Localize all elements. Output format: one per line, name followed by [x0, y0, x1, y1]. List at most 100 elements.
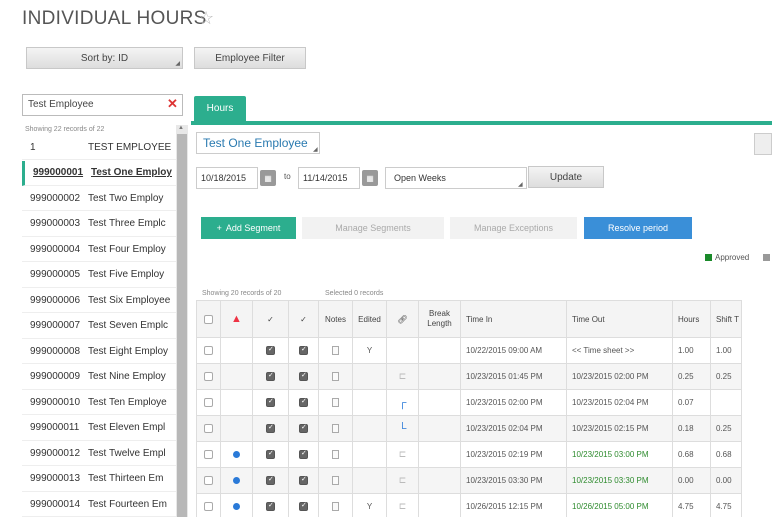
approve-checkbox[interactable]	[266, 475, 275, 486]
row-select-cell[interactable]	[196, 467, 221, 494]
employee-list-item[interactable]: 999000011 Test Eleven Empl	[22, 416, 176, 441]
time-in-header[interactable]: Time In	[460, 300, 567, 338]
notes-cell[interactable]	[318, 441, 353, 468]
approve2-checkbox[interactable]	[299, 423, 308, 434]
calendar-icon[interactable]: ▦	[362, 170, 378, 186]
link-header[interactable]: 🔗︎	[386, 300, 419, 338]
row-checkbox[interactable]	[204, 450, 213, 460]
employee-list-item[interactable]: 999000003 Test Three Emplc	[22, 212, 176, 237]
employee-list-item[interactable]: 999000010 Test Ten Employe	[22, 390, 176, 415]
row-select-cell[interactable]	[196, 441, 221, 468]
select-all-checkbox[interactable]	[204, 314, 213, 324]
favorite-star-icon[interactable]: ☆	[198, 8, 214, 29]
scroll-up-icon[interactable]: ▲	[178, 125, 184, 131]
row-select-cell[interactable]	[196, 337, 221, 364]
approve2-cell[interactable]	[288, 363, 319, 390]
approve-checkbox[interactable]	[266, 371, 275, 382]
table-row[interactable]: ⊏10/23/2015 01:45 PM10/23/2015 02:00 PM0…	[196, 363, 742, 390]
start-date-input[interactable]: 10/18/2015	[196, 167, 258, 189]
row-select-cell[interactable]	[196, 493, 221, 517]
employee-list-item[interactable]: 999000014 Test Fourteen Em	[22, 492, 176, 517]
approve2-checkbox[interactable]	[299, 501, 308, 512]
approve-checkbox[interactable]	[266, 397, 275, 408]
approve-cell[interactable]	[252, 493, 289, 517]
note-icon[interactable]	[332, 346, 339, 356]
employee-filter-button[interactable]: Employee Filter	[194, 47, 306, 69]
employee-list-item[interactable]: 999000006 Test Six Employee	[22, 288, 176, 313]
shift-header[interactable]: Shift T	[710, 300, 742, 338]
notes-header[interactable]: Notes	[318, 300, 353, 338]
approve2-cell[interactable]	[288, 441, 319, 468]
row-checkbox[interactable]	[204, 372, 213, 382]
table-row[interactable]: Y ⊏ 10/26/2015 12:15 PM10/26/2015 05:00 PM…	[196, 493, 742, 517]
approve-cell[interactable]	[252, 415, 289, 442]
notes-cell[interactable]	[318, 337, 353, 364]
approve-checkbox[interactable]	[266, 345, 275, 356]
tab-hours[interactable]: Hours	[194, 96, 246, 121]
table-row[interactable]: ⊏10/23/2015 02:19 PM10/23/2015 03:00 PM0…	[196, 441, 742, 468]
approve2-cell[interactable]	[288, 415, 319, 442]
side-action-button[interactable]	[754, 133, 772, 155]
row-select-cell[interactable]	[196, 415, 221, 442]
approve2-cell[interactable]	[288, 337, 319, 364]
employee-list-item[interactable]: 999000008 Test Eight Employ	[22, 339, 176, 364]
hours-header[interactable]: Hours	[672, 300, 711, 338]
row-checkbox[interactable]	[204, 476, 213, 486]
select-all-header[interactable]	[196, 300, 221, 338]
employee-search-input[interactable]: Test Employee	[22, 94, 183, 116]
notes-cell[interactable]	[318, 363, 353, 390]
employee-list-item[interactable]: 999000005 Test Five Employ	[22, 263, 176, 288]
row-checkbox[interactable]	[204, 398, 213, 408]
row-select-cell[interactable]	[196, 363, 221, 390]
note-icon[interactable]	[332, 502, 339, 512]
table-row[interactable]: Y10/22/2015 09:00 AM<< Time sheet >>1.00…	[196, 337, 742, 364]
table-row[interactable]: ⊏10/23/2015 03:30 PM10/23/2015 03:30 PM0…	[196, 467, 742, 494]
end-date-input[interactable]: 11/14/2015	[298, 167, 360, 189]
calendar-icon[interactable]: ▦	[260, 170, 276, 186]
manage-exceptions-button[interactable]: Manage Exceptions	[450, 217, 577, 239]
approve2-cell[interactable]	[288, 389, 319, 416]
row-checkbox[interactable]	[204, 424, 213, 434]
add-segment-button[interactable]: + Add Segment	[201, 217, 296, 239]
note-icon[interactable]	[332, 476, 339, 486]
period-select[interactable]: Open Weeks	[385, 167, 527, 189]
approve-cell[interactable]	[252, 467, 289, 494]
approve-header[interactable]: ✓	[252, 300, 289, 338]
note-icon[interactable]	[332, 398, 339, 408]
edited-header[interactable]: Edited	[352, 300, 387, 338]
approve-checkbox[interactable]	[266, 501, 275, 512]
employee-list-item[interactable]: 999000001 Test One Employ	[22, 160, 176, 186]
approve2-checkbox[interactable]	[299, 371, 308, 382]
employee-list-item[interactable]: 999000009 Test Nine Employ	[22, 365, 176, 390]
notes-cell[interactable]	[318, 389, 353, 416]
approve2-checkbox[interactable]	[299, 475, 308, 486]
list-scrollbar-thumb[interactable]	[177, 134, 187, 517]
approve-cell[interactable]	[252, 441, 289, 468]
approve2-cell[interactable]	[288, 493, 319, 517]
employee-list-item[interactable]: 999000013 Test Thirteen Em	[22, 467, 176, 492]
approve-cell[interactable]	[252, 337, 289, 364]
alert-header[interactable]: ▲	[220, 300, 253, 338]
table-row[interactable]: ┌ 10/23/2015 02:00 PM10/23/2015 02:04 PM0…	[196, 389, 742, 416]
manage-segments-button[interactable]: Manage Segments	[302, 217, 444, 239]
time-out-header[interactable]: Time Out	[566, 300, 673, 338]
employee-select[interactable]: Test One Employee	[196, 132, 320, 154]
employee-list-item[interactable]: 999000004 Test Four Employ	[22, 237, 176, 262]
approve-checkbox[interactable]	[266, 449, 275, 460]
break-length-header[interactable]: Break Length	[418, 300, 461, 338]
notes-cell[interactable]	[318, 415, 353, 442]
approve-cell[interactable]	[252, 389, 289, 416]
notes-cell[interactable]	[318, 467, 353, 494]
note-icon[interactable]	[332, 372, 339, 382]
employee-list-item[interactable]: 999000007 Test Seven Emplc	[22, 314, 176, 339]
approve2-checkbox[interactable]	[299, 449, 308, 460]
sort-button[interactable]: Sort by: ID ◢	[26, 47, 183, 69]
approve2-cell[interactable]	[288, 467, 319, 494]
employee-list-item[interactable]: 999000012 Test Twelve Empl	[22, 441, 176, 466]
approve-cell[interactable]	[252, 363, 289, 390]
employee-list-item[interactable]: 1 TEST EMPLOYEE	[22, 135, 176, 160]
approve2-checkbox[interactable]	[299, 397, 308, 408]
note-icon[interactable]	[332, 450, 339, 460]
employee-list-item[interactable]: 999000002 Test Two Employ	[22, 186, 176, 211]
note-icon[interactable]	[332, 424, 339, 434]
